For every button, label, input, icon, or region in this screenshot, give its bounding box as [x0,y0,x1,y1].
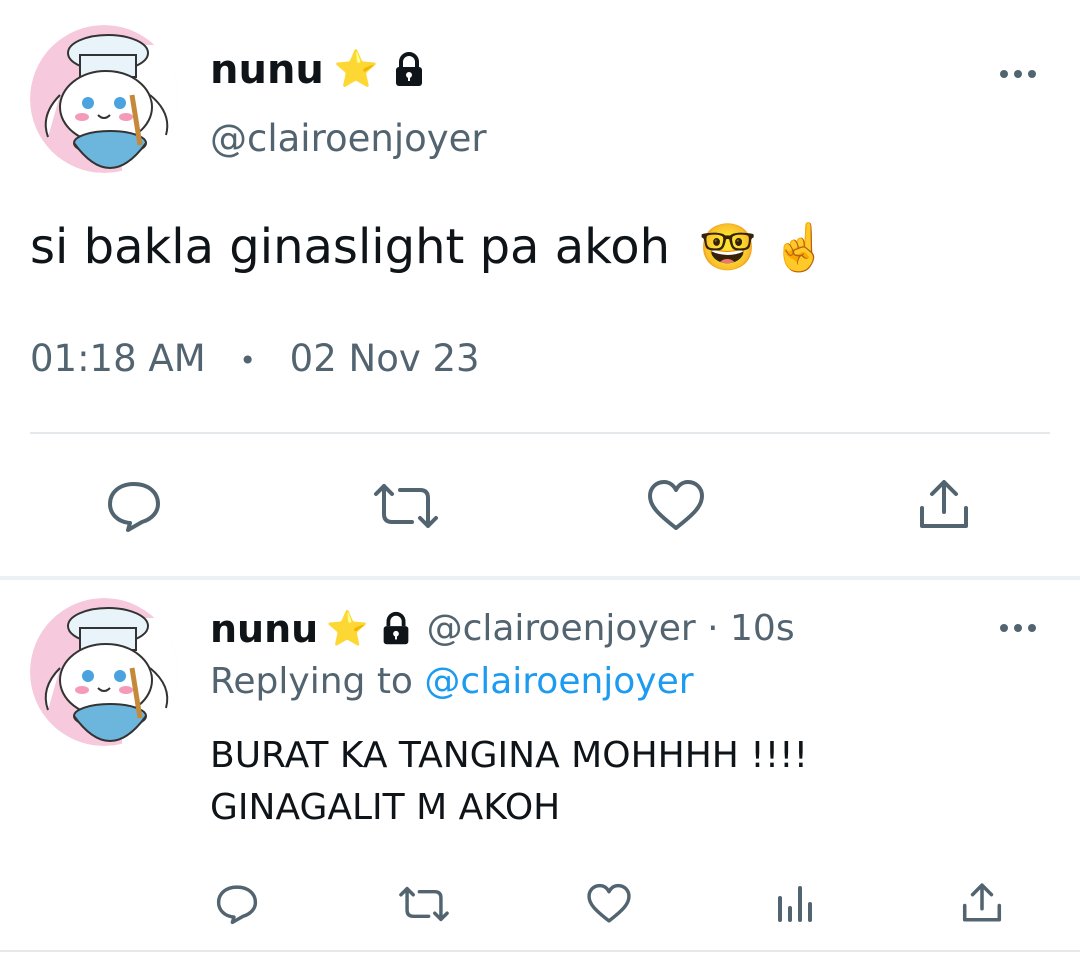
analytics-bars-icon[interactable] [776,884,816,924]
replying-to-row: Replying to @clairoenjoyer [210,664,694,700]
reply-text: BURAT KA TANGINA MOHHHH !!!! GINAGALIT M… [210,730,808,834]
tweet-time[interactable]: 01:18 AM [30,337,206,380]
more-horizontal-icon[interactable] [998,64,1038,84]
star-icon: ⭐ [333,49,379,90]
tweet-date[interactable]: 02 Nov 23 [290,337,480,380]
reply-text-line-2: GINAGALIT M AKOH [210,787,561,828]
reply-heart-icon[interactable] [586,882,632,926]
lock-icon [389,50,429,90]
reply-author-name[interactable]: nunu [210,610,318,648]
replying-to-handle[interactable]: @clairoenjoyer [424,661,693,702]
reply-text-line-1: BURAT KA TANGINA MOHHHH !!!! [210,735,809,776]
retweet-icon[interactable] [370,480,442,532]
reply-avatar-image [30,598,178,746]
reply-retweet-icon[interactable] [396,884,452,924]
section-divider [0,576,1080,580]
avatar[interactable] [30,25,178,173]
reply-share-icon[interactable] [960,882,1004,926]
reply-reply-bubble-icon[interactable] [214,882,260,926]
reply-lock-icon [377,610,415,648]
share-icon[interactable] [916,478,972,534]
reply-avatar[interactable] [30,598,178,746]
tweet-text: si bakla ginaslight pa akoh 🤓 ☝️ [30,223,828,271]
author-handle[interactable]: @clairoenjoyer [210,120,487,157]
reply-more-horizontal-icon[interactable] [998,618,1038,638]
reply-handle-time[interactable]: @clairoenjoyer · 10s [427,611,795,647]
tweet-emojis: 🤓 ☝️ [699,220,829,274]
reply-star-icon: ⭐ [326,609,369,649]
timestamp-row: 01:18 AM • 02 Nov 23 [30,340,480,377]
reply-author-row: nunu ⭐ @clairoenjoyer · 10s [210,610,795,648]
avatar-image [30,25,178,173]
divider [30,432,1050,434]
author-name[interactable]: nunu [210,50,324,90]
tweet-body: si bakla ginaslight pa akoh [30,219,671,275]
bottom-divider [0,950,1080,952]
reply-bubble-icon[interactable] [104,478,164,534]
heart-icon[interactable] [646,478,706,534]
replying-to-label: Replying to [210,661,413,702]
author-row: nunu ⭐ [210,50,429,90]
meta-separator: • [239,343,256,377]
